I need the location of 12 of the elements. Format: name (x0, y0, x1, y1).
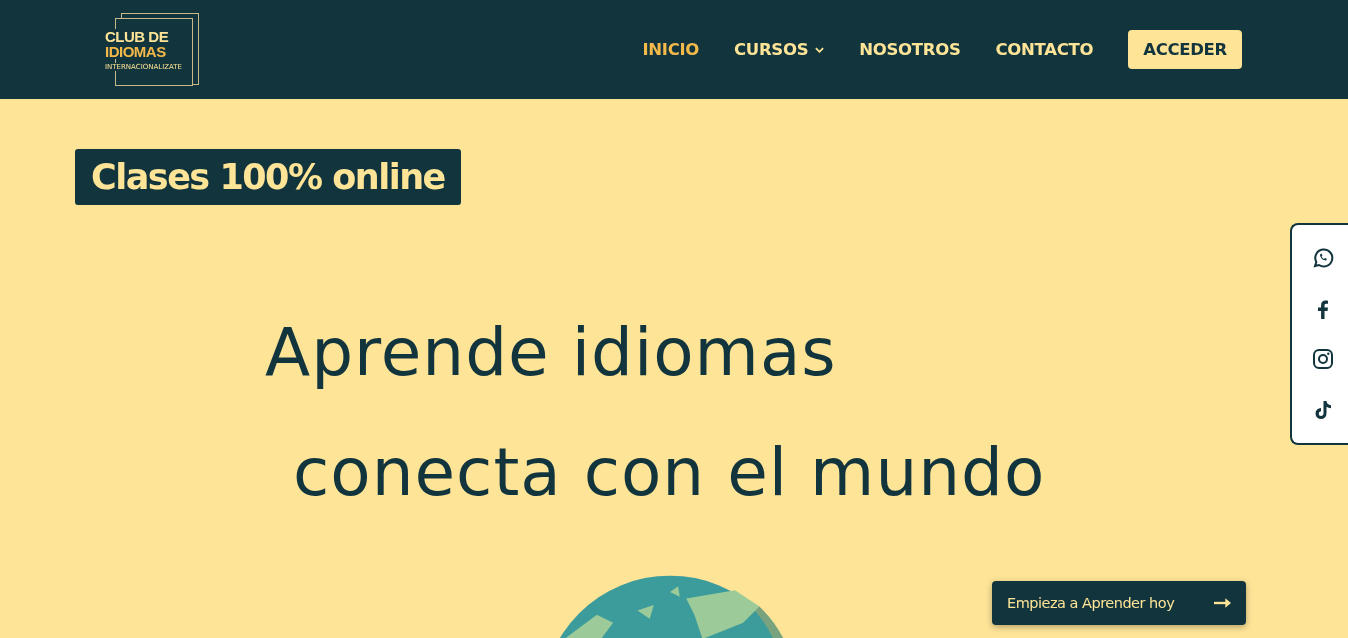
nav-link[interactable]: CURSOS (734, 40, 825, 59)
whatsapp-icon[interactable] (1311, 246, 1335, 271)
arrow-right-icon (1214, 598, 1231, 608)
start-learning-button[interactable]: Empieza a Aprender hoy (992, 581, 1246, 625)
nav-link[interactable]: INICIO (642, 40, 700, 59)
online-badge: Clases 100% online (75, 149, 461, 205)
nav-link[interactable]: CONTACTO (995, 40, 1094, 59)
headline: conecta con el mundo (293, 433, 1046, 513)
nav-link[interactable]: NOSOTROS (859, 40, 961, 59)
login-button[interactable]: ACCEDER (1128, 30, 1242, 69)
headline: Aprende idiomas (265, 313, 837, 393)
instagram-icon[interactable] (1311, 347, 1335, 372)
